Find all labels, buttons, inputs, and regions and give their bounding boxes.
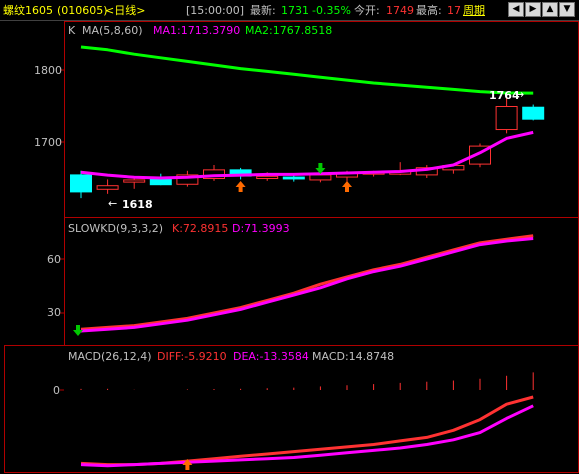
candle-up — [96, 185, 119, 190]
kd-params-label: SLOWKD(9,3,3,2) — [68, 222, 164, 235]
y-tick-1700: 1700 — [34, 136, 62, 149]
macd-params-label: MACD(26,12,4) — [68, 350, 152, 363]
high-arrow-icon: → — [515, 88, 525, 101]
chart-canvas — [4, 21, 579, 473]
y-tick-1800: 1800 — [34, 64, 62, 77]
kd-y-tick-60: 60 — [47, 253, 61, 266]
macd-y-tick-0: 0 — [53, 384, 60, 397]
macd-diff-value: DIFF:-5.9210 — [157, 350, 227, 363]
low-arrow-icon: ← — [108, 197, 118, 210]
kd-y-tick-30: 30 — [47, 306, 61, 319]
kd-d-value: D:71.3993 — [232, 222, 290, 235]
ma1-value: MA1:1713.3790 — [153, 24, 241, 37]
macd-chart-layer — [60, 372, 534, 470]
low-annotation: 1618 — [122, 198, 153, 211]
candle-up — [123, 179, 146, 183]
candle-down — [522, 106, 545, 120]
ma1-line — [80, 130, 534, 180]
kd-chart-layer — [60, 234, 534, 336]
kd-sell-arrow-icon — [73, 325, 83, 336]
candle-down — [70, 174, 92, 193]
main-chart-layer — [60, 45, 545, 199]
ma2-value: MA2:1767.8518 — [245, 24, 333, 37]
buy-signal-arrow-icon — [235, 181, 246, 192]
kd-d-line — [80, 237, 534, 333]
macd-dea-value: DEA:-13.3584 — [233, 350, 309, 363]
kd-k-value: K:72.8915 — [172, 222, 229, 235]
candle-down — [282, 176, 305, 180]
k-label: K — [68, 24, 76, 37]
macd-panel-border — [4, 345, 579, 473]
buy-signal-arrow-icon — [342, 181, 352, 192]
macd-diff-line — [80, 395, 534, 467]
candle-up — [309, 174, 332, 181]
macd-value: MACD:14.8748 — [312, 350, 395, 363]
ma2-line — [80, 45, 534, 95]
candle-up — [495, 106, 518, 131]
ma-params-label: MA(5,8,60) — [82, 24, 143, 37]
candle-up — [256, 175, 279, 179]
macd-dea-line — [80, 404, 534, 468]
